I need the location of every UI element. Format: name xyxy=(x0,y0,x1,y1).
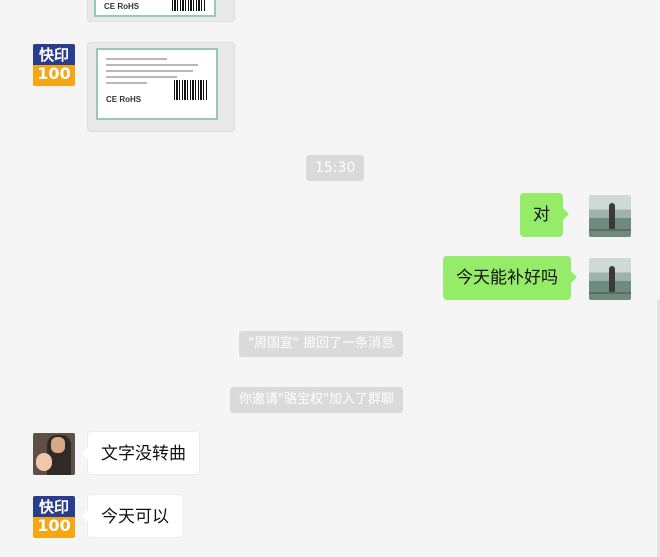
label-marks: CE RoHS xyxy=(104,2,140,11)
avatar[interactable] xyxy=(589,195,631,237)
image-message[interactable]: CE RoHS xyxy=(87,42,235,132)
other-message-bubble[interactable]: 今天可以 xyxy=(82,494,183,538)
product-label-thumbnail: CE RoHS xyxy=(96,48,218,120)
my-message-bubble[interactable]: 对 xyxy=(520,193,569,237)
logo-text-bottom: 100 xyxy=(37,516,71,535)
barcode xyxy=(172,0,206,11)
image-message-partial[interactable]: CE RoHS xyxy=(87,0,235,22)
system-notice-invite: 你邀请"骆宝权"加入了群聊 xyxy=(230,387,403,413)
label-marks: CE RoHS xyxy=(106,95,142,104)
avatar[interactable] xyxy=(589,258,631,300)
timestamp: 15:30 xyxy=(306,155,365,181)
avatar[interactable]: 快印 100 xyxy=(33,496,75,538)
other-message-bubble[interactable]: 文字没转曲 xyxy=(82,431,200,475)
logo-text-top: 快印 xyxy=(38,498,69,516)
avatar[interactable] xyxy=(33,433,75,475)
logo-text-bottom: 100 xyxy=(37,64,71,83)
barcode xyxy=(174,80,208,100)
logo-text-top: 快印 xyxy=(38,46,69,64)
my-message-bubble[interactable]: 今天能补好吗 xyxy=(443,256,577,300)
product-label-thumbnail: CE RoHS xyxy=(94,0,216,17)
avatar[interactable]: 快印 100 xyxy=(33,44,75,86)
system-notice-recall: "周国宣" 撤回了一条消息 xyxy=(239,331,404,357)
